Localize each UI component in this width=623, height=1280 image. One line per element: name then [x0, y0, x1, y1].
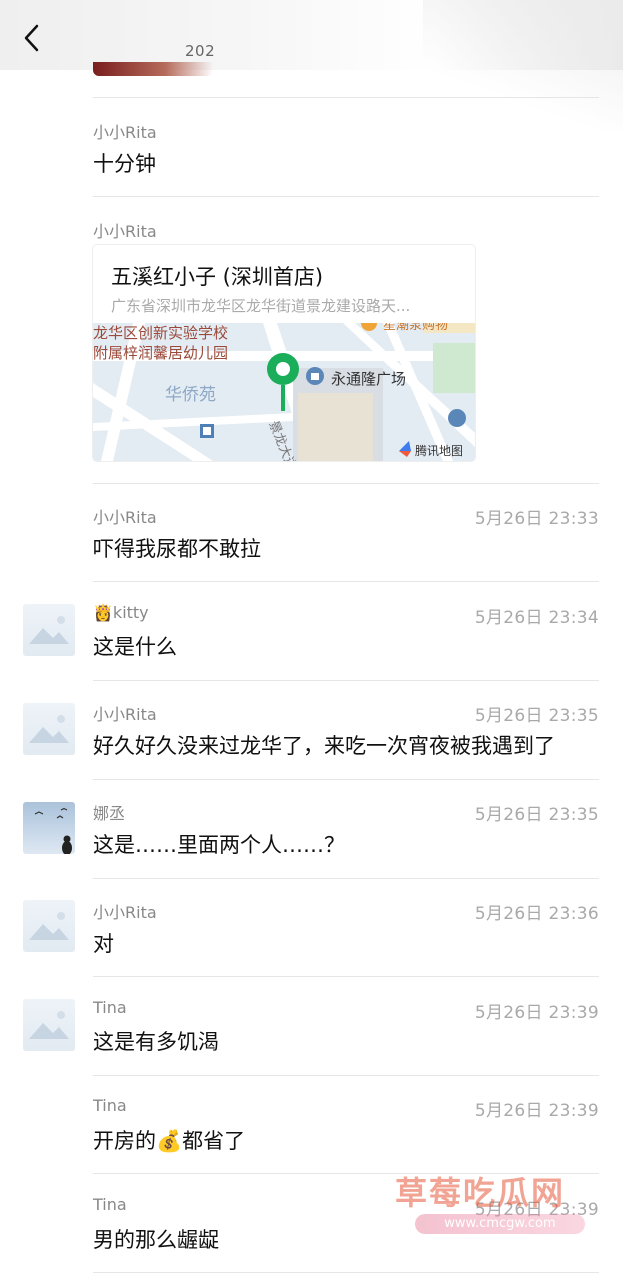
- divider: [93, 779, 599, 780]
- message-time: 5月26日 23:39: [474, 1101, 599, 1121]
- avatar-photo: [34, 807, 72, 854]
- message-sender: 小小Rita: [93, 123, 157, 142]
- message-sender: 小小Rita: [93, 222, 157, 241]
- map-provider-label: 腾讯地图: [415, 443, 463, 458]
- map-label-shop: 星潮泵购物: [383, 323, 448, 333]
- map-label-district: 华侨苑: [165, 385, 216, 405]
- image-placeholder-icon: [29, 912, 69, 940]
- message-text[interactable]: 对: [93, 928, 114, 958]
- divider: [93, 976, 599, 977]
- divider: [93, 1075, 599, 1076]
- divider: [93, 483, 599, 484]
- watermark-url: www.cmcgw.com: [415, 1214, 585, 1234]
- back-button[interactable]: [20, 22, 44, 54]
- message-time: 5月26日 23:33: [474, 509, 599, 529]
- message-sender: 小小Rita: [93, 508, 157, 527]
- message-text[interactable]: 好久好久没来过龙华了，来吃一次宵夜被我遇到了: [93, 730, 555, 760]
- message-text[interactable]: 男的那么龌龊: [93, 1224, 219, 1254]
- message-time: 5月26日 23:34: [474, 608, 599, 628]
- message-text[interactable]: 这是……里面两个人……？: [93, 829, 345, 859]
- divider: [93, 97, 599, 98]
- message-sender: Tina: [93, 998, 127, 1017]
- message-sender: 小小Rita: [93, 903, 157, 922]
- message-text[interactable]: 吓得我尿都不敢拉: [93, 533, 261, 563]
- avatar[interactable]: [23, 802, 75, 854]
- divider: [93, 1272, 599, 1273]
- message-text[interactable]: 十分钟: [93, 148, 156, 178]
- message-time: 5月26日 23:36: [474, 904, 599, 924]
- message-sender: 娜丞: [93, 804, 126, 823]
- divider: [93, 680, 599, 681]
- divider: [93, 196, 599, 197]
- image-placeholder-icon: [29, 715, 69, 743]
- location-address: 广东省深圳市龙华区龙华街道景龙建设路天...: [111, 297, 411, 315]
- avatar[interactable]: [23, 604, 75, 656]
- top-date: 202: [185, 42, 216, 60]
- map-label-school-2: 附属梓润馨居幼儿园: [93, 344, 228, 362]
- divider: [93, 878, 599, 879]
- message-text[interactable]: 这是有多饥渴: [93, 1026, 219, 1056]
- top-bar-background: [0, 0, 623, 70]
- divider: [93, 581, 599, 582]
- message-sender: 小小Rita: [93, 705, 157, 724]
- location-map[interactable]: 龙华区创新实验学校 附属梓润馨居幼儿园 华侨苑 永通隆广场 星潮泵购物 景龙大道…: [93, 323, 475, 461]
- image-placeholder-icon: [29, 616, 69, 644]
- message-sender: 👸kitty: [93, 603, 149, 622]
- avatar[interactable]: [23, 999, 75, 1051]
- watermark-text: 草莓吃瓜网: [395, 1174, 566, 1212]
- message-time: 5月26日 23:39: [474, 1003, 599, 1023]
- avatar[interactable]: [23, 900, 75, 952]
- map-label-school-1: 龙华区创新实验学校: [93, 324, 228, 342]
- previous-image-thumbnail[interactable]: [93, 62, 213, 76]
- message-sender: Tina: [93, 1096, 127, 1115]
- top-bar: 202: [0, 0, 623, 130]
- message-time: 5月26日 23:35: [474, 706, 599, 726]
- message-text[interactable]: 这是什么: [93, 631, 177, 661]
- location-title: 五溪红小子 (深圳首店): [111, 265, 324, 289]
- chevron-left-icon: [24, 24, 39, 52]
- message-sender: Tina: [93, 1195, 127, 1214]
- map-label-plaza: 永通隆广场: [331, 370, 406, 388]
- message-text[interactable]: 开房的💰都省了: [93, 1125, 245, 1155]
- image-placeholder-icon: [29, 1011, 69, 1039]
- location-card[interactable]: 五溪红小子 (深圳首店) 广东省深圳市龙华区龙华街道景龙建设路天... 龙华区创…: [93, 245, 475, 461]
- princess-emoji: 👸: [93, 603, 113, 622]
- map-graphic: 龙华区创新实验学校 附属梓润馨居幼儿园 华侨苑 永通隆广场 星潮泵购物 景龙大道…: [93, 323, 475, 461]
- message-time: 5月26日 23:35: [474, 805, 599, 825]
- avatar[interactable]: [23, 703, 75, 755]
